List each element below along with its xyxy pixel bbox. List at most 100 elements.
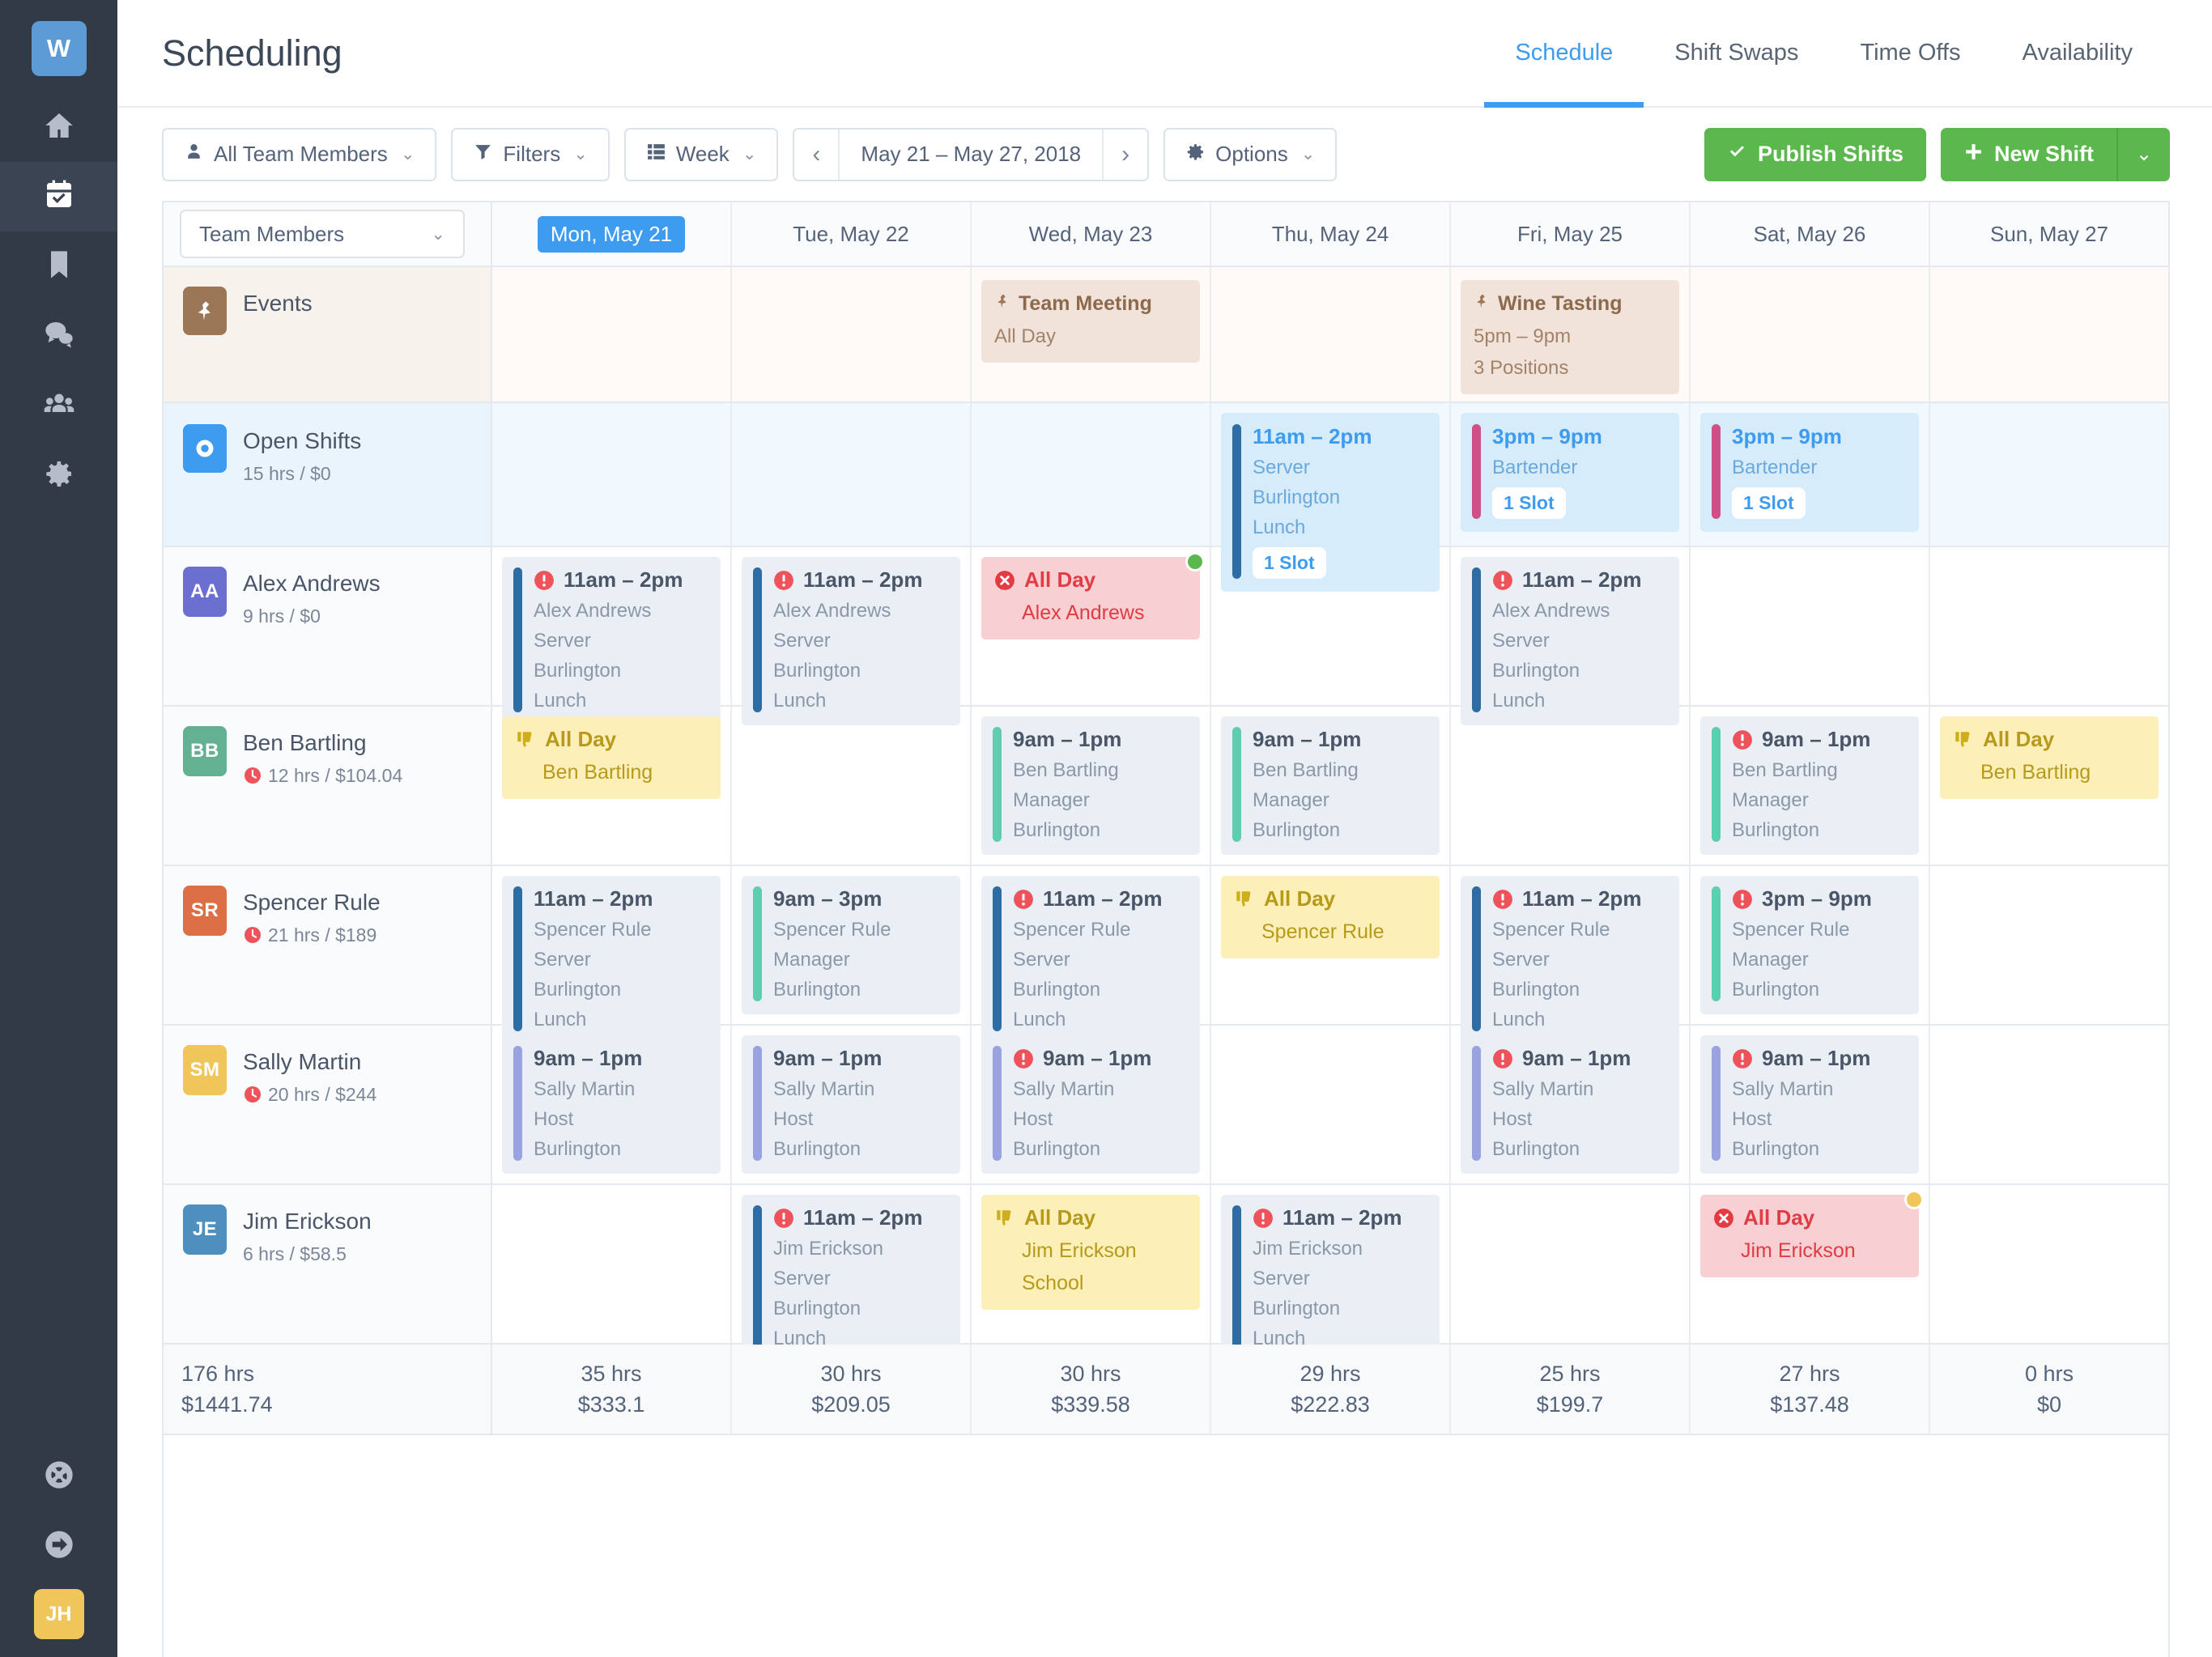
schedule-cell-sun[interactable] — [1930, 547, 2168, 705]
schedule-cell-mon[interactable]: 11am – 2pm Spencer Rule Server Burlington Lu… — [492, 866, 732, 1044]
app-logo[interactable]: W — [31, 21, 87, 76]
schedule-cell-wed[interactable]: All Day Jim Erickson School — [972, 1185, 1211, 1343]
next-week-button[interactable]: › — [1104, 130, 1147, 180]
schedule-cell-mon[interactable]: 11am – 2pm Alex Andrews Server Burlington Lu… — [492, 547, 732, 725]
shift-card[interactable]: 9am – 1pm Ben Bartling Manager Burlington — [981, 716, 1200, 855]
nav-item-logout[interactable] — [0, 1511, 117, 1581]
member-info-cell[interactable]: SM Sally Martin 20 hrs / $244 — [164, 1026, 492, 1183]
member-info-cell[interactable]: JE Jim Erickson 6 hrs / $58.5 — [164, 1185, 492, 1343]
time-off-card[interactable]: All Day Spencer Rule — [1221, 876, 1440, 958]
events-cell-fri[interactable]: Wine Tasting 5pm – 9pm 3 Positions — [1451, 267, 1691, 402]
shift-card[interactable]: 11am – 2pm Alex Andrews Server Burlington Lu… — [1461, 557, 1679, 725]
day-header-mon[interactable]: Mon, May 21 — [492, 202, 732, 266]
schedule-cell-sun[interactable] — [1930, 1026, 2168, 1183]
day-header-thu[interactable]: Thu, May 24 — [1211, 202, 1451, 266]
schedule-cell-thu[interactable]: 9am – 1pm Ben Bartling Manager Burlington — [1211, 707, 1451, 865]
schedule-cell-wed[interactable]: 9am – 1pm Sally Martin Host Burlington — [972, 1026, 1211, 1183]
day-header-sun[interactable]: Sun, May 27 — [1930, 202, 2168, 266]
events-cell-tue[interactable] — [732, 267, 972, 402]
events-cell-mon[interactable] — [492, 267, 732, 402]
shift-card[interactable]: 11am – 2pm Spencer Rule Server Burlington Lu… — [1461, 876, 1679, 1044]
shift-card[interactable]: 9am – 1pm Ben Bartling Manager Burlington — [1700, 716, 1919, 855]
schedule-cell-fri[interactable]: 9am – 1pm Sally Martin Host Burlington — [1451, 1026, 1691, 1183]
schedule-cell-wed[interactable]: 9am – 1pm Ben Bartling Manager Burlington — [972, 707, 1211, 865]
shift-card[interactable]: 9am – 1pm Sally Martin Host Burlington — [981, 1035, 1200, 1174]
schedule-cell-tue[interactable] — [732, 707, 972, 865]
schedule-cell-sat[interactable]: 9am – 1pm Sally Martin Host Burlington — [1691, 1026, 1930, 1183]
schedule-cell-sat[interactable]: 9am – 1pm Ben Bartling Manager Burlington — [1691, 707, 1930, 865]
shift-card[interactable]: 11am – 2pm Alex Andrews Server Burlington Lu… — [742, 557, 960, 725]
new-shift-button[interactable]: New Shift — [1940, 127, 2116, 181]
open-shifts-cell-fri[interactable]: 3pm – 9pm Bartender 1 Slot — [1451, 403, 1691, 546]
view-mode-button[interactable]: Week ⌄ — [623, 127, 779, 181]
shift-card[interactable]: 11am – 2pm Spencer Rule Server Burlington Lu… — [502, 876, 721, 1044]
nav-item-bookmarks[interactable] — [0, 232, 117, 301]
schedule-cell-fri[interactable] — [1451, 707, 1691, 865]
day-header-fri[interactable]: Fri, May 25 — [1451, 202, 1691, 266]
event-card[interactable]: Wine Tasting 5pm – 9pm 3 Positions — [1461, 280, 1679, 394]
schedule-cell-wed[interactable]: 11am – 2pm Spencer Rule Server Burlington Lu… — [972, 866, 1211, 1044]
open-shift-card[interactable]: 3pm – 9pm Bartender 1 Slot — [1461, 413, 1679, 532]
filters-button[interactable]: Filters ⌄ — [451, 127, 610, 181]
tab-shift-swaps[interactable]: Shift Swaps — [1644, 0, 1829, 106]
tab-availability[interactable]: Availability — [1992, 0, 2163, 106]
options-button[interactable]: Options ⌄ — [1163, 127, 1338, 181]
member-info-cell[interactable]: AA Alex Andrews 9 hrs / $0 — [164, 547, 492, 705]
open-shift-card[interactable]: 3pm – 9pm Bartender 1 Slot — [1700, 413, 1919, 532]
nav-item-home[interactable] — [0, 92, 117, 162]
schedule-cell-fri[interactable]: 11am – 2pm Spencer Rule Server Burlington Lu… — [1451, 866, 1691, 1044]
schedule-cell-tue[interactable]: 11am – 2pm Jim Erickson Server Burlington Lu… — [732, 1185, 972, 1363]
schedule-cell-sun[interactable]: All Day Ben Bartling — [1930, 707, 2168, 865]
tab-time-offs[interactable]: Time Offs — [1829, 0, 1991, 106]
team-members-filter-button[interactable]: All Team Members ⌄ — [162, 127, 437, 181]
schedule-cell-thu[interactable] — [1211, 547, 1451, 705]
events-cell-sun[interactable] — [1930, 267, 2168, 402]
schedule-cell-sat[interactable] — [1691, 547, 1930, 705]
schedule-cell-thu[interactable] — [1211, 1026, 1451, 1183]
shift-card[interactable]: 9am – 1pm Sally Martin Host Burlington — [1700, 1035, 1919, 1174]
nav-item-help[interactable] — [0, 1442, 117, 1511]
schedule-cell-tue[interactable]: 11am – 2pm Alex Andrews Server Burlington Lu… — [732, 547, 972, 725]
tab-schedule[interactable]: Schedule — [1484, 0, 1644, 108]
shift-card[interactable]: 11am – 2pm Jim Erickson Server Burlington Lu… — [742, 1195, 960, 1363]
open-shifts-cell-thu[interactable]: 11am – 2pm Server Burlington Lunch 1 Slo… — [1211, 403, 1451, 592]
shift-card[interactable]: 9am – 1pm Sally Martin Host Burlington — [1461, 1035, 1679, 1174]
schedule-cell-tue[interactable]: 9am – 3pm Spencer Rule Manager Burlington — [732, 866, 972, 1024]
day-header-sat[interactable]: Sat, May 26 — [1691, 202, 1930, 266]
nav-item-team[interactable] — [0, 371, 117, 440]
time-off-card[interactable]: All Day Alex Andrews — [981, 552, 1205, 639]
schedule-cell-sat[interactable]: 3pm – 9pm Spencer Rule Manager Burlington — [1691, 866, 1930, 1024]
shift-card[interactable]: 9am – 1pm Sally Martin Host Burlington — [742, 1035, 960, 1174]
nav-item-settings[interactable] — [0, 440, 117, 510]
shift-card[interactable]: 9am – 3pm Spencer Rule Manager Burlington — [742, 876, 960, 1014]
schedule-cell-mon[interactable]: All Day Ben Bartling — [492, 707, 732, 865]
events-cell-wed[interactable]: Team Meeting All Day — [972, 267, 1211, 402]
member-info-cell[interactable]: BB Ben Bartling 12 hrs / $104.04 — [164, 707, 492, 865]
schedule-cell-fri[interactable] — [1451, 1185, 1691, 1343]
time-off-card[interactable]: All Day Ben Bartling — [502, 716, 721, 799]
open-shifts-cell-tue[interactable] — [732, 403, 972, 546]
schedule-cell-sun[interactable] — [1930, 866, 2168, 1024]
schedule-cell-wed[interactable]: All Day Alex Andrews — [972, 547, 1211, 705]
schedule-cell-fri[interactable]: 11am – 2pm Alex Andrews Server Burlington Lu… — [1451, 547, 1691, 725]
shift-card[interactable]: 11am – 2pm Jim Erickson Server Burlington Lu… — [1221, 1195, 1440, 1363]
event-card[interactable]: Team Meeting All Day — [981, 280, 1200, 363]
shift-card[interactable]: 11am – 2pm Spencer Rule Server Burlington Lu… — [981, 876, 1200, 1044]
user-avatar[interactable]: JH — [33, 1589, 84, 1639]
shift-card[interactable]: 9am – 1pm Ben Bartling Manager Burlington — [1221, 716, 1440, 855]
open-shifts-cell-wed[interactable] — [972, 403, 1211, 546]
day-header-tue[interactable]: Tue, May 22 — [732, 202, 972, 266]
nav-item-scheduling[interactable] — [0, 162, 117, 232]
open-shifts-cell-sun[interactable] — [1930, 403, 2168, 546]
new-shift-dropdown-button[interactable]: ⌄ — [2116, 127, 2170, 181]
prev-week-button[interactable]: ‹ — [794, 130, 838, 180]
schedule-cell-mon[interactable] — [492, 1185, 732, 1343]
time-off-card[interactable]: All Day Jim Erickson — [1700, 1190, 1924, 1277]
publish-shifts-button[interactable]: Publish Shifts — [1704, 127, 1926, 181]
schedule-cell-sun[interactable] — [1930, 1185, 2168, 1343]
day-header-wed[interactable]: Wed, May 23 — [972, 202, 1211, 266]
shift-card[interactable]: 11am – 2pm Alex Andrews Server Burlington Lu… — [502, 557, 721, 725]
nav-item-messages[interactable] — [0, 301, 117, 371]
schedule-cell-sat[interactable]: All Day Jim Erickson — [1691, 1185, 1930, 1343]
time-off-card[interactable]: All Day Ben Bartling — [1940, 716, 2159, 799]
